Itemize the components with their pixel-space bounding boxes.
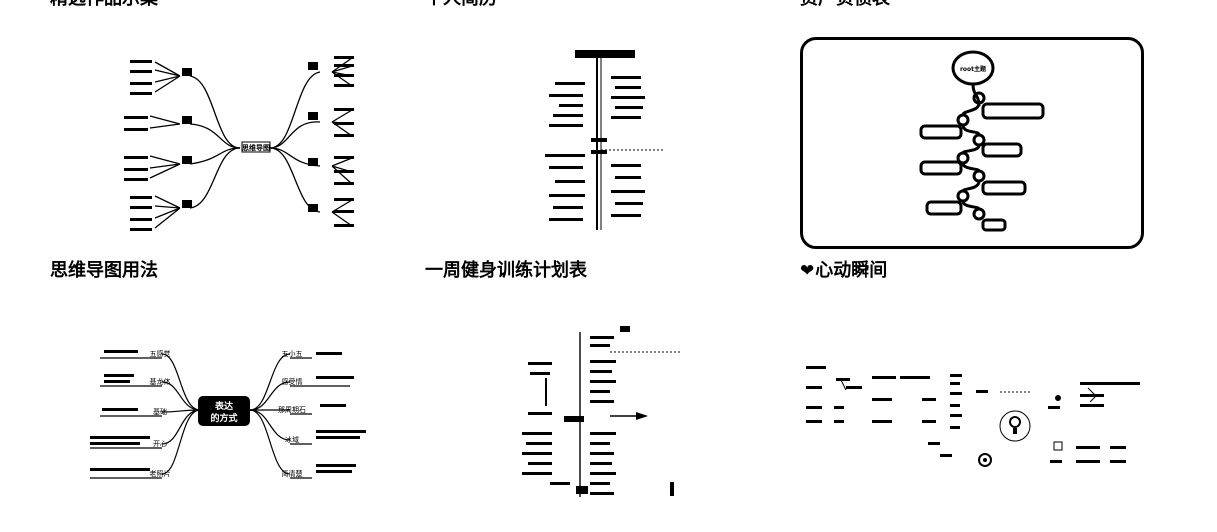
template-thumbnail[interactable] <box>800 352 1140 472</box>
template-title: 精选作品示集 <box>50 0 158 10</box>
svg-text:五小五: 五小五 <box>282 349 303 358</box>
svg-text:五感觉: 五感觉 <box>150 349 171 358</box>
mindmap-preview: 思维导图 <box>124 56 354 231</box>
mindmap-method-preview: 表达 的方式 五感觉 基龙体 基础 开心 老照片 五小五 感受情 那周期石 冰域… <box>90 349 366 479</box>
template-thumbnail[interactable] <box>535 42 675 237</box>
svg-text:开心: 开心 <box>153 440 167 448</box>
svg-text:的方式: 的方式 <box>210 412 237 424</box>
heart-icon: ❤ <box>800 261 815 281</box>
svg-text:思维导图: 思维导图 <box>242 143 270 152</box>
template-title: 思维导图用法 <box>50 260 158 281</box>
template-thumbnail[interactable]: 思维导图 <box>120 40 360 240</box>
svg-text:root主题: root主题 <box>960 65 987 73</box>
moments-preview <box>806 366 1140 467</box>
svg-text:基础: 基础 <box>153 407 167 416</box>
template-title: 个人简历 <box>425 0 497 10</box>
flow-preview: root主题 <box>919 50 1045 232</box>
template-thumbnail[interactable]: 表达 的方式 五感觉 基龙体 基础 开心 老照片 五小五 感受情 那周期石 冰域… <box>80 340 370 490</box>
template-thumbnail[interactable] <box>510 322 690 507</box>
template-title: 资产负债表 <box>800 0 890 10</box>
template-title: ❤心动瞬间 <box>800 260 887 282</box>
svg-text:那周期石: 那周期石 <box>278 406 306 414</box>
template-thumbnail-selected[interactable]: root主题 <box>800 37 1144 249</box>
svg-text:基龙体: 基龙体 <box>150 377 171 386</box>
svg-text:简清楚: 简清楚 <box>282 469 303 478</box>
timeline-preview <box>545 50 665 230</box>
template-title-text: 心动瞬间 <box>815 260 888 281</box>
template-title: 一周健身训练计划表 <box>425 260 587 281</box>
svg-text:感受情: 感受情 <box>282 377 303 386</box>
fitness-tree-preview <box>522 326 680 497</box>
svg-text:冰域: 冰域 <box>285 435 299 444</box>
svg-text:表达: 表达 <box>214 400 233 412</box>
svg-text:老照片: 老照片 <box>150 469 171 478</box>
